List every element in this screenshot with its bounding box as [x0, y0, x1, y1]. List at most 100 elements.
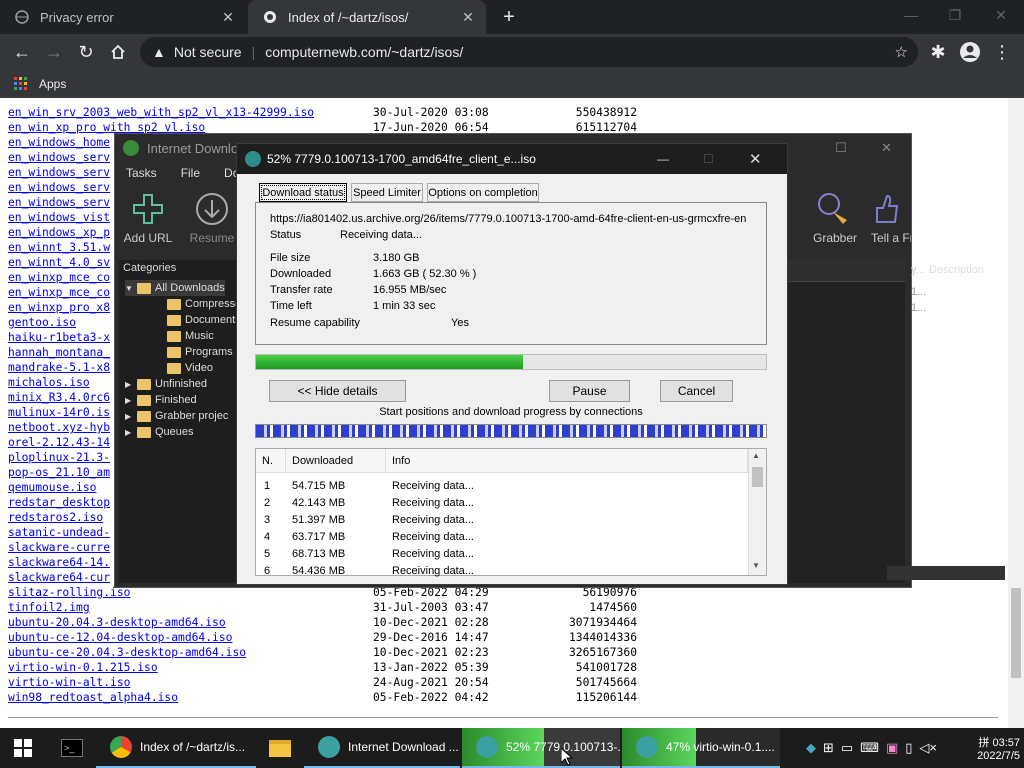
maximize-icon[interactable]: ☐ [835, 140, 847, 156]
close-window-icon[interactable]: ✕ [978, 0, 1024, 30]
column-header-downloaded[interactable]: Downloaded [286, 449, 386, 473]
file-link[interactable]: minix_R3.4.0rc6 [8, 390, 110, 405]
category-item[interactable]: Documents [155, 312, 241, 328]
column-header-number[interactable]: N. [256, 449, 286, 473]
clock[interactable]: 拼 03:57 2022/7/5 [956, 728, 1020, 768]
table-scrollbar[interactable]: ▲ ▼ [748, 449, 766, 575]
file-link[interactable]: ploplinux-21.3- [8, 450, 110, 465]
chevron-down-icon[interactable]: ▼ [125, 284, 137, 293]
grabber-button[interactable]: Grabber [807, 190, 863, 245]
display-icon[interactable]: ▭ [841, 740, 853, 756]
keyboard-icon[interactable]: ⌨ [860, 740, 879, 756]
scroll-down-icon[interactable]: ▼ [752, 561, 760, 570]
tab-speed-limiter[interactable]: Speed Limiter [351, 183, 423, 202]
category-item[interactable]: ▶ Finished [125, 392, 197, 408]
taskbar-explorer[interactable] [258, 728, 302, 768]
taskbar-idm[interactable]: Internet Download ... [304, 728, 460, 768]
tab-options-on-completion[interactable]: Options on completion [427, 183, 539, 202]
file-link[interactable]: en_winxp_pro_x8 [8, 300, 110, 315]
table-row[interactable]: 6 54.436 MB Receiving data... [256, 562, 748, 579]
file-link[interactable]: virtio-win-alt.iso [8, 675, 130, 690]
horizontal-scrollbar[interactable] [887, 566, 1005, 580]
file-link[interactable]: haiku-r1beta3-x [8, 330, 110, 345]
table-row[interactable]: 4 63.717 MB Receiving data... [256, 528, 748, 545]
new-tab-button[interactable]: + [498, 6, 520, 28]
file-link[interactable]: gentoo.iso [8, 315, 76, 330]
file-link[interactable]: en_winxp_mce_co [8, 270, 110, 285]
file-link[interactable]: ubuntu-ce-12.04-desktop-amd64.iso [8, 630, 232, 645]
pause-button[interactable]: Pause [549, 380, 630, 402]
chevron-right-icon[interactable]: ▶ [125, 380, 137, 389]
table-row[interactable]: 5 68.713 MB Receiving data... [256, 545, 748, 562]
file-link[interactable]: mandrake-5.1-x8 [8, 360, 110, 375]
tab-download-status[interactable]: Download status [259, 183, 347, 202]
minimize-icon[interactable]: — [657, 152, 669, 166]
start-button[interactable] [0, 728, 46, 768]
cancel-button[interactable]: Cancel [660, 380, 733, 402]
file-link[interactable]: slackware64-14. [8, 555, 110, 570]
chevron-right-icon[interactable]: ▶ [125, 412, 137, 421]
file-link[interactable]: slackware-curre [8, 540, 110, 555]
file-link[interactable]: en_windows_serv [8, 150, 110, 165]
file-link[interactable]: en_windows_serv [8, 180, 110, 195]
file-link[interactable]: redstar_desktop [8, 495, 110, 510]
category-item[interactable]: ▶ Queues [125, 424, 194, 440]
taskbar-chrome[interactable]: Index of /~dartz/is... [96, 728, 256, 768]
file-link[interactable]: en_winxp_mce_co [8, 285, 110, 300]
add-url-button[interactable]: Add URL [119, 192, 177, 245]
close-icon[interactable]: ✕ [460, 9, 476, 26]
apps-bookmark[interactable]: Apps [39, 77, 66, 91]
file-link[interactable]: michalos.iso [8, 375, 90, 390]
file-link[interactable]: en_winnt_3.51.w [8, 240, 110, 255]
taskbar-download-1[interactable]: 52% 7779.0.100713-... [462, 728, 620, 768]
taskbar-download-2[interactable]: 47% virtio-win-0.1.... [622, 728, 780, 768]
menu-file[interactable]: File [181, 166, 200, 180]
minimize-icon[interactable]: — [888, 0, 934, 30]
menu-icon[interactable]: ⋮ [986, 36, 1018, 68]
tab-index-isos[interactable]: Index of /~dartz/isos/ ✕ [248, 0, 486, 34]
back-icon[interactable]: ← [6, 36, 38, 68]
file-link[interactable]: mulinux-14r0.is [8, 405, 110, 420]
close-icon[interactable]: ✕ [220, 9, 236, 26]
file-link[interactable]: en_windows_home [8, 135, 110, 150]
file-link[interactable]: en_windows_xp_p [8, 225, 110, 240]
category-item[interactable]: ▶ Grabber projec [125, 408, 228, 424]
file-link[interactable]: redstaros2.iso [8, 510, 103, 525]
volume-icon[interactable]: ◁× [919, 740, 937, 756]
chevron-right-icon[interactable]: ▶ [125, 396, 137, 405]
file-link[interactable]: en_winnt_4.0_sv [8, 255, 110, 270]
file-link[interactable]: ubuntu-ce-20.04.3-desktop-amd64.iso [8, 645, 246, 660]
file-link[interactable]: slackware64-cur [8, 570, 110, 585]
category-item[interactable]: Compresse [155, 296, 241, 312]
table-row[interactable]: 2 42.143 MB Receiving data... [256, 494, 748, 511]
home-icon[interactable] [102, 36, 134, 68]
reload-icon[interactable]: ↻ [70, 36, 102, 68]
column-header-info[interactable]: Info [386, 449, 748, 473]
category-item[interactable]: ▼ All Downloads [125, 280, 225, 296]
extensions-icon[interactable]: ✱ [922, 36, 954, 68]
network-icon[interactable]: ⊞ [823, 740, 834, 756]
maximize-icon[interactable]: ☐ [703, 152, 714, 166]
file-link[interactable]: orel-2.12.43-14 [8, 435, 110, 450]
maximize-icon[interactable]: ❐ [932, 0, 978, 30]
table-row[interactable]: 1 54.715 MB Receiving data... [256, 477, 748, 494]
file-link[interactable]: en_windows_vist [8, 210, 110, 225]
file-link[interactable]: tinfoil2.img [8, 600, 90, 615]
file-link[interactable]: slitaz-rolling.iso [8, 585, 130, 600]
scroll-up-icon[interactable]: ▲ [752, 451, 760, 460]
resume-button[interactable]: Resume [185, 192, 239, 245]
category-item[interactable]: Programs [155, 344, 233, 360]
category-item[interactable]: Music [155, 328, 214, 344]
close-icon[interactable]: ✕ [881, 140, 892, 156]
category-item[interactable]: Video [155, 360, 213, 376]
tab-privacy-error[interactable]: Privacy error ✕ [0, 0, 246, 34]
file-link[interactable]: en_windows_serv [8, 195, 110, 210]
close-icon[interactable]: ✕ [749, 150, 762, 168]
scrollbar-thumb[interactable] [752, 467, 763, 487]
file-link[interactable]: hannah_montana_ [8, 345, 110, 360]
profile-icon[interactable] [954, 36, 986, 68]
menu-tasks[interactable]: Tasks [126, 166, 157, 180]
hide-details-button[interactable]: << Hide details [269, 380, 406, 402]
category-item[interactable]: ▶ Unfinished [125, 376, 207, 392]
idm-tray-icon[interactable]: ◆ [806, 740, 816, 756]
